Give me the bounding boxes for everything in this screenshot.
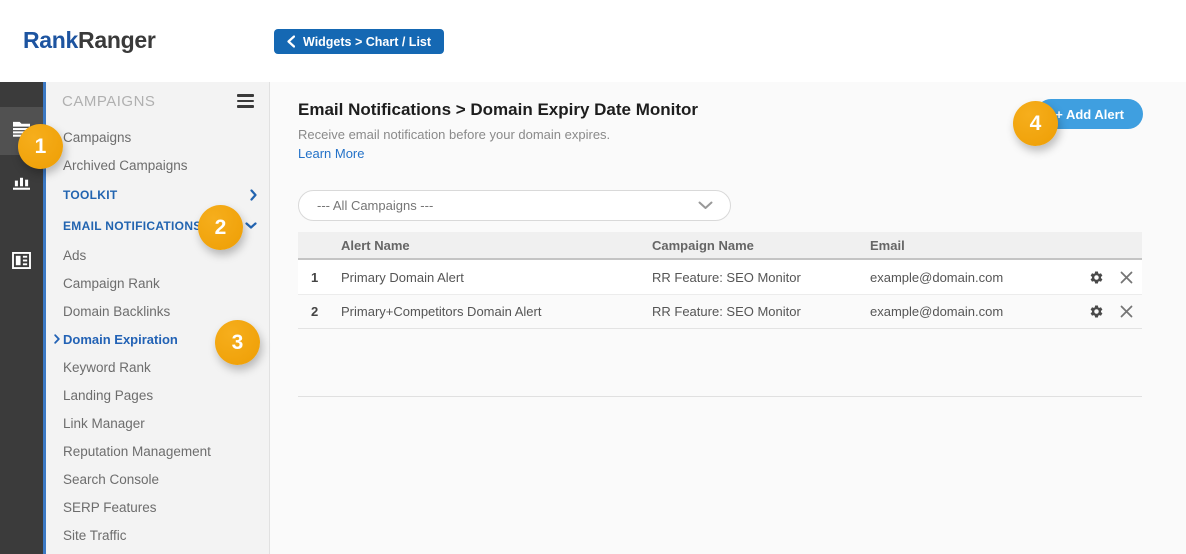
- delete-x-icon[interactable]: [1120, 271, 1133, 284]
- row-actions: [1061, 270, 1142, 285]
- sidebar-item-site-traffic[interactable]: Site Traffic: [46, 521, 269, 549]
- email-cell: example@domain.com: [866, 270, 1061, 285]
- rail-item-reports[interactable]: [0, 239, 43, 287]
- widgets-breadcrumb-button[interactable]: Widgets > Chart / List: [274, 29, 444, 54]
- annotation-step-1: 1: [18, 124, 63, 169]
- domain-expiration-label: Domain Expiration: [63, 332, 178, 347]
- row-actions: [1061, 304, 1142, 319]
- sidebar-item-campaigns[interactable]: Campaigns: [46, 123, 269, 151]
- sidebar-item-ads[interactable]: Ads: [46, 241, 269, 269]
- sidebar-item-serp-features[interactable]: SERP Features: [46, 493, 269, 521]
- settings-gear-icon[interactable]: [1089, 304, 1104, 319]
- chevron-right-icon: [250, 189, 257, 201]
- campaign-name-cell: RR Feature: SEO Monitor: [646, 270, 866, 285]
- chevron-down-icon: [698, 201, 713, 210]
- alerts-table: Alert Name Campaign Name Email 1 Primary…: [298, 232, 1142, 329]
- chevron-down-icon: [245, 222, 257, 229]
- col-email: Email: [866, 238, 1061, 253]
- alert-name-cell: Primary+Competitors Domain Alert: [331, 304, 646, 319]
- delete-x-icon[interactable]: [1120, 305, 1133, 318]
- sidebar-item-search-console[interactable]: Search Console: [46, 465, 269, 493]
- section-divider: [298, 396, 1142, 397]
- row-number: 2: [298, 304, 331, 319]
- row-number: 1: [298, 270, 331, 285]
- report-layout-icon: [12, 252, 31, 274]
- sidebar-item-reputation-management[interactable]: Reputation Management: [46, 437, 269, 465]
- sidebar-title: CAMPAIGNS: [62, 93, 155, 110]
- sidebar-item-campaign-rank[interactable]: Campaign Rank: [46, 269, 269, 297]
- sidebar-item-link-manager[interactable]: Link Manager: [46, 409, 269, 437]
- logo-ranger: Ranger: [78, 27, 155, 53]
- settings-gear-icon[interactable]: [1089, 270, 1104, 285]
- sidebar: CAMPAIGNS Campaigns Archived Campaigns T…: [46, 82, 270, 554]
- alert-name-cell: Primary Domain Alert: [331, 270, 646, 285]
- table-row: 1 Primary Domain Alert RR Feature: SEO M…: [298, 260, 1142, 294]
- annotation-step-4: 4: [1013, 101, 1058, 146]
- annotation-step-2: 2: [198, 205, 243, 250]
- alerts-table-body: 1 Primary Domain Alert RR Feature: SEO M…: [298, 260, 1142, 329]
- campaign-name-cell: RR Feature: SEO Monitor: [646, 304, 866, 319]
- email-notifications-label: EMAIL NOTIFICATIONS: [63, 219, 202, 233]
- bar-chart-icon: [12, 174, 31, 196]
- sidebar-item-landing-pages[interactable]: Landing Pages: [46, 381, 269, 409]
- alerts-table-header: Alert Name Campaign Name Email: [298, 232, 1142, 260]
- learn-more-link[interactable]: Learn More: [298, 146, 364, 161]
- hamburger-menu-icon[interactable]: [235, 92, 256, 110]
- col-alert-name: Alert Name: [331, 238, 646, 253]
- col-campaign-name: Campaign Name: [646, 238, 866, 253]
- logo-rank: Rank: [23, 27, 78, 53]
- table-row: 2 Primary+Competitors Domain Alert RR Fe…: [298, 294, 1142, 328]
- toolkit-label: TOOLKIT: [63, 188, 118, 202]
- campaign-filter-value: --- All Campaigns ---: [317, 198, 433, 213]
- sidebar-section-toolkit[interactable]: TOOLKIT: [46, 179, 269, 210]
- annotation-step-3: 3: [215, 320, 260, 365]
- logo[interactable]: RankRanger: [23, 27, 156, 54]
- main-content: Email Notifications > Domain Expiry Date…: [271, 82, 1186, 554]
- top-header: RankRanger Widgets > Chart / List: [0, 0, 1186, 82]
- sidebar-item-archived-campaigns[interactable]: Archived Campaigns: [46, 151, 269, 179]
- chevron-left-icon: [287, 35, 295, 48]
- campaign-filter-select[interactable]: --- All Campaigns ---: [298, 190, 731, 221]
- breadcrumb-label: Widgets > Chart / List: [303, 35, 431, 49]
- email-cell: example@domain.com: [866, 304, 1061, 319]
- active-chevron-right-icon: [54, 334, 60, 344]
- sidebar-header: CAMPAIGNS: [46, 82, 269, 110]
- page: RankRanger Widgets > Chart / List: [0, 0, 1186, 554]
